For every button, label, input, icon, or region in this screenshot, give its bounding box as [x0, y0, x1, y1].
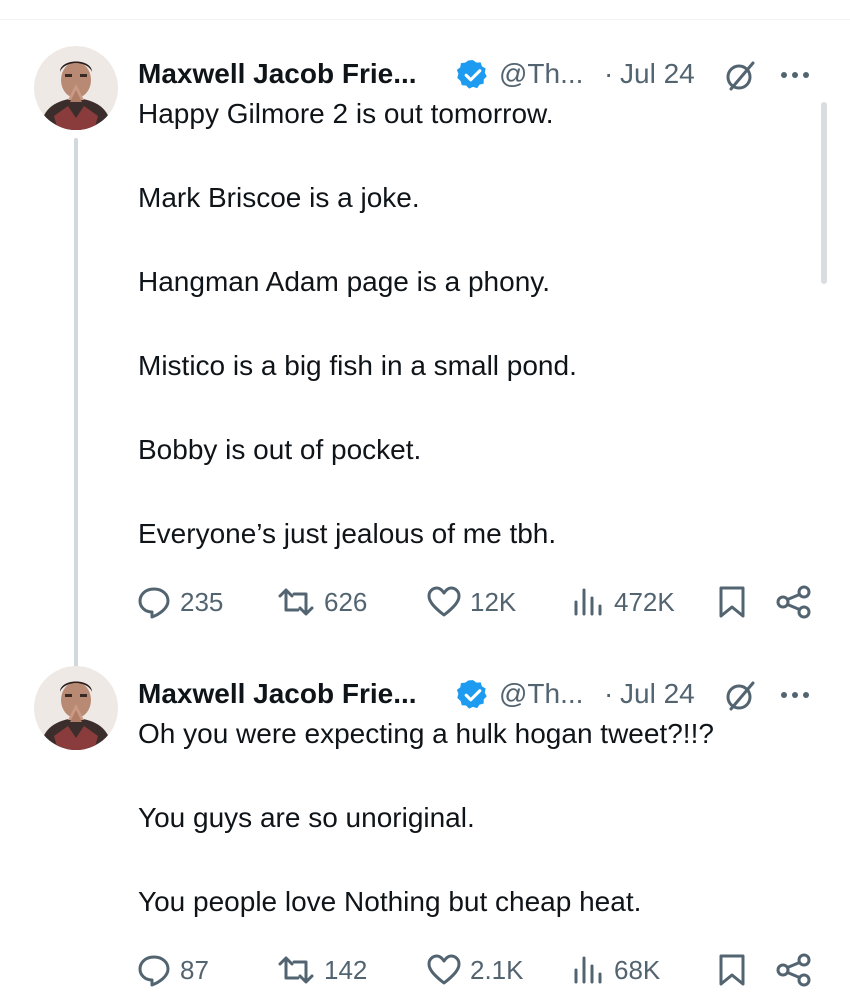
- author-handle[interactable]: @Th...: [499, 676, 583, 712]
- share-button[interactable]: [774, 950, 814, 990]
- repost-count: 626: [324, 586, 368, 617]
- reply-button[interactable]: 87: [136, 950, 209, 990]
- tweet[interactable]: Maxwell Jacob Frie... @Th... · Jul 24 Oh…: [0, 660, 850, 1008]
- separator-dot: ·: [604, 58, 614, 89]
- top-divider: [0, 19, 850, 20]
- tweet-text-line: Bobby is out of pocket.: [138, 434, 422, 465]
- like-button[interactable]: 2.1K: [426, 950, 524, 990]
- views-icon: [570, 952, 606, 988]
- action-bar: 235 626 12K 472K: [0, 582, 850, 622]
- reply-icon: [136, 584, 172, 620]
- edited-icon[interactable]: [722, 58, 758, 94]
- tweet-text-line: You guys are so unoriginal.: [138, 802, 475, 833]
- tweet-text-line: Hangman Adam page is a phony.: [138, 266, 550, 297]
- views-count: 68K: [614, 954, 661, 985]
- repost-count: 142: [324, 954, 368, 985]
- tweet-date[interactable]: Jul 24: [620, 676, 695, 712]
- bookmark-button[interactable]: [716, 950, 748, 990]
- views-count: 472K: [614, 586, 675, 617]
- tweet-text-line: Oh you were expecting a hulk hogan tweet…: [138, 718, 714, 749]
- tweet-text-line: Mark Briscoe is a joke.: [138, 182, 420, 213]
- reply-icon: [136, 952, 172, 988]
- reply-button[interactable]: 235: [136, 582, 223, 622]
- tweet-header: Maxwell Jacob Frie... @Th... · Jul 24: [138, 668, 828, 712]
- views-button[interactable]: 472K: [570, 582, 675, 622]
- more-icon[interactable]: [778, 64, 812, 86]
- tweet-header: Maxwell Jacob Frie... @Th... · Jul 24: [138, 48, 828, 92]
- tweet-date[interactable]: Jul 24: [620, 56, 695, 92]
- verified-badge-icon: [456, 58, 490, 92]
- share-icon: [774, 584, 814, 620]
- bookmark-icon: [716, 584, 748, 620]
- tweet[interactable]: Maxwell Jacob Frie... @Th... · Jul 24 Ha…: [0, 40, 850, 690]
- tweet-text-line: Mistico is a big fish in a small pond.: [138, 350, 577, 381]
- like-count: 12K: [470, 586, 517, 617]
- tweet-text-line: Happy Gilmore 2 is out tomorrow.: [138, 98, 554, 129]
- separator-dot: ·: [604, 678, 614, 709]
- repost-button[interactable]: 626: [276, 582, 367, 622]
- avatar[interactable]: [34, 666, 118, 750]
- more-icon[interactable]: [778, 684, 812, 706]
- verified-badge-icon: [456, 678, 490, 712]
- like-button[interactable]: 12K: [426, 582, 516, 622]
- repost-button[interactable]: 142: [276, 950, 367, 990]
- reply-count: 87: [180, 954, 209, 985]
- avatar[interactable]: [34, 46, 118, 130]
- views-button[interactable]: 68K: [570, 950, 660, 990]
- share-button[interactable]: [774, 582, 814, 622]
- like-count: 2.1K: [470, 954, 524, 985]
- edited-icon[interactable]: [722, 678, 758, 714]
- repost-icon: [276, 584, 316, 620]
- author-handle[interactable]: @Th...: [499, 56, 583, 92]
- like-icon: [426, 952, 462, 988]
- author-name[interactable]: Maxwell Jacob Frie...: [138, 56, 417, 92]
- action-bar: 87 142 2.1K 68K: [0, 950, 850, 990]
- author-name[interactable]: Maxwell Jacob Frie...: [138, 676, 417, 712]
- bookmark-icon: [716, 952, 748, 988]
- share-icon: [774, 952, 814, 988]
- reply-count: 235: [180, 586, 224, 617]
- bookmark-button[interactable]: [716, 582, 748, 622]
- tweet-text-line: Everyone’s just jealous of me tbh.: [138, 518, 557, 549]
- like-icon: [426, 584, 462, 620]
- repost-icon: [276, 952, 316, 988]
- views-icon: [570, 584, 606, 620]
- tweet-text-line: You people love Nothing but cheap heat.: [138, 886, 642, 917]
